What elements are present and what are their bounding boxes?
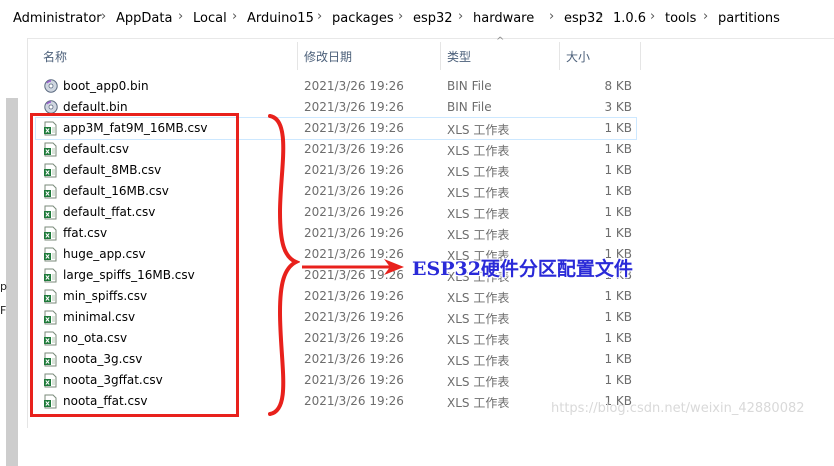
file-row[interactable]: boot_app0.bin 2021/3/26 19:26 BIN File 8 KB — [36, 76, 636, 97]
chevron-right-icon[interactable]: › — [549, 9, 554, 24]
file-type: XLS 工作表 — [447, 396, 510, 410]
column-divider[interactable] — [297, 42, 298, 70]
file-type: XLS 工作表 — [447, 375, 510, 389]
file-type: XLS 工作表 — [447, 228, 510, 242]
column-divider[interactable] — [559, 42, 560, 70]
file-date: 2021/3/26 19:26 — [304, 163, 404, 177]
file-size: 1 KB — [604, 352, 632, 366]
chevron-right-icon[interactable]: › — [317, 9, 322, 24]
file-type: XLS 工作表 — [447, 123, 510, 137]
chevron-right-icon[interactable]: › — [398, 9, 403, 24]
breadcrumb-item[interactable]: Administrator — [13, 11, 102, 26]
file-size: 1 KB — [604, 373, 632, 387]
file-size: 1 KB — [604, 184, 632, 198]
file-type: BIN File — [447, 79, 492, 93]
file-size: 1 KB — [604, 310, 632, 324]
file-name[interactable]: default.bin — [63, 100, 128, 114]
breadcrumb-item[interactable]: packages — [332, 11, 394, 26]
chevron-right-icon[interactable]: › — [232, 9, 237, 24]
file-size: 1 KB — [604, 163, 632, 177]
file-size: 1 KB — [604, 205, 632, 219]
file-date: 2021/3/26 19:26 — [304, 226, 404, 240]
breadcrumb-item[interactable]: Arduino15 — [247, 11, 314, 26]
pane-splitter[interactable] — [27, 38, 28, 428]
nav-item-fragment[interactable]: p — [0, 280, 7, 293]
file-date: 2021/3/26 19:26 — [304, 184, 404, 198]
breadcrumb-item[interactable]: Local — [193, 11, 227, 26]
file-type: XLS 工作表 — [447, 165, 510, 179]
navigation-pane: p F — [0, 38, 27, 466]
breadcrumb-item[interactable]: hardware — [473, 11, 534, 26]
chevron-right-icon[interactable]: › — [178, 9, 183, 24]
column-header-type[interactable]: 类型 — [447, 48, 471, 65]
file-size: 1 KB — [604, 121, 632, 135]
watermark: https://blog.csdn.net/weixin_42880082 — [551, 401, 805, 416]
file-date: 2021/3/26 19:26 — [304, 394, 404, 408]
breadcrumb-item[interactable]: partitions — [718, 11, 780, 26]
file-size: 1 KB — [604, 289, 632, 303]
arrow-right-icon — [302, 259, 404, 275]
file-type: XLS 工作表 — [447, 186, 510, 200]
file-date: 2021/3/26 19:26 — [304, 142, 404, 156]
nav-item-fragment[interactable]: F — [0, 304, 6, 317]
file-date: 2021/3/26 19:26 — [304, 331, 404, 345]
file-date: 2021/3/26 19:26 — [304, 79, 404, 93]
file-type: XLS 工作表 — [447, 207, 510, 221]
file-size: 1 KB — [604, 226, 632, 240]
file-type: XLS 工作表 — [447, 312, 510, 326]
file-type: XLS 工作表 — [447, 144, 510, 158]
chevron-right-icon[interactable]: › — [458, 9, 463, 24]
column-header-name[interactable]: 名称 — [43, 48, 67, 65]
file-date: 2021/3/26 19:26 — [304, 100, 404, 114]
chevron-right-icon[interactable]: › — [703, 9, 708, 24]
file-date: 2021/3/26 19:26 — [304, 289, 404, 303]
file-size: 1 KB — [604, 142, 632, 156]
chevron-right-icon[interactable]: › — [650, 9, 655, 24]
annotation-label: ESP32硬件分区配置文件 — [412, 258, 633, 280]
highlight-box — [30, 113, 239, 417]
scrollbar-thumb[interactable] — [6, 98, 18, 466]
column-divider[interactable] — [440, 42, 441, 70]
breadcrumb-item[interactable]: AppData — [116, 11, 172, 26]
navigation-scrollbar[interactable] — [6, 98, 18, 466]
curly-brace-icon — [268, 114, 300, 416]
breadcrumb-item[interactable]: 1.0.6 — [613, 11, 646, 26]
breadcrumb-item[interactable]: tools — [665, 11, 696, 26]
column-header-size[interactable]: 大小 — [566, 48, 590, 65]
column-divider[interactable] — [640, 42, 641, 70]
file-date: 2021/3/26 19:26 — [304, 352, 404, 366]
file-date: 2021/3/26 19:26 — [304, 310, 404, 324]
file-date: 2021/3/26 19:26 — [304, 121, 404, 135]
sort-ascending-icon: ^ — [496, 36, 505, 47]
file-size: 8 KB — [604, 79, 632, 93]
chevron-right-icon[interactable]: › — [598, 9, 603, 24]
file-size: 3 KB — [604, 100, 632, 114]
file-type: BIN File — [447, 100, 492, 114]
file-date: 2021/3/26 19:26 — [304, 205, 404, 219]
file-type: XLS 工作表 — [447, 354, 510, 368]
file-type: XLS 工作表 — [447, 291, 510, 305]
bin-file-icon — [44, 79, 58, 94]
breadcrumb-item[interactable]: esp32 — [413, 11, 453, 26]
chevron-right-icon[interactable]: › — [101, 9, 106, 24]
file-size: 1 KB — [604, 331, 632, 345]
column-header-date[interactable]: 修改日期 — [304, 48, 352, 65]
file-name[interactable]: boot_app0.bin — [63, 79, 149, 93]
file-date: 2021/3/26 19:26 — [304, 373, 404, 387]
address-bar[interactable]: Administrator › AppData › Local › Arduino15 › pa… — [0, 0, 834, 39]
file-type: XLS 工作表 — [447, 333, 510, 347]
